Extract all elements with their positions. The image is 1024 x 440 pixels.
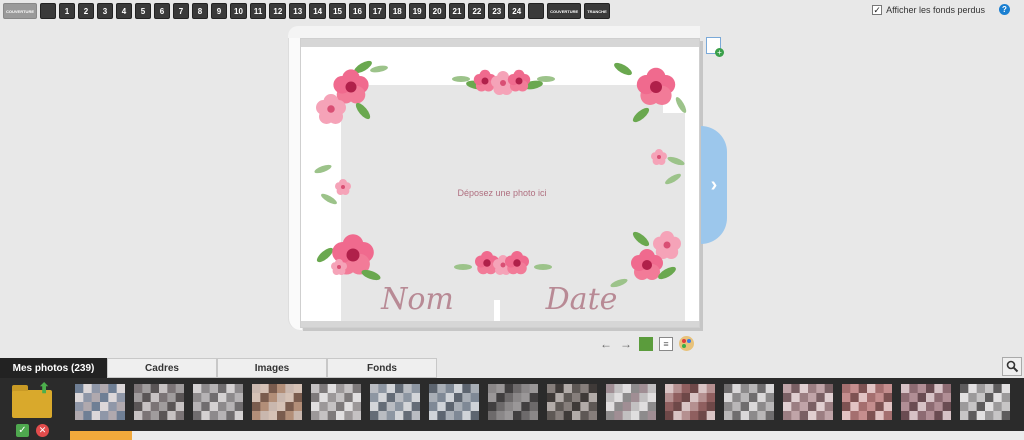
date-text: Date xyxy=(545,281,618,317)
palette-icon[interactable] xyxy=(679,336,694,351)
photo-thumbnail[interactable] xyxy=(370,384,421,421)
page-button-4[interactable]: 4 xyxy=(116,3,133,19)
search-button[interactable] xyxy=(1002,357,1022,376)
page-number-list: 1 2 3 4 5 6 7 8 9 10 11 12 13 14 15 16 17 18 19 20 21 22 23 24 xyxy=(59,3,526,19)
page-button-16[interactable]: 16 xyxy=(349,3,366,19)
page-button-7[interactable]: 7 xyxy=(173,3,190,19)
tab-frames[interactable]: Cadres xyxy=(107,358,217,378)
page-button-2[interactable]: 2 xyxy=(78,3,95,19)
page-button-23[interactable]: 23 xyxy=(488,3,506,19)
page-button-inside-back[interactable] xyxy=(528,3,545,19)
tab-images[interactable]: Images xyxy=(217,358,327,378)
page-button-24[interactable]: 24 xyxy=(508,3,526,19)
arrow-right-icon[interactable]: → xyxy=(619,337,633,351)
photo-thumbnail[interactable] xyxy=(547,384,598,421)
photo-thumbnail-strip xyxy=(75,384,1011,421)
photo-thumbnail[interactable] xyxy=(901,384,952,421)
page-button-14[interactable]: 14 xyxy=(309,3,327,19)
layout-view-icon[interactable] xyxy=(639,336,653,351)
page-button-5[interactable]: 5 xyxy=(135,3,152,19)
upload-progress-bar xyxy=(70,429,1024,440)
photo-thumbnail[interactable] xyxy=(311,384,362,421)
page-button-cover-back[interactable]: COUVERTURE xyxy=(547,3,582,19)
upload-progress-fill xyxy=(70,431,132,440)
arrow-left-icon[interactable]: ← xyxy=(599,337,613,351)
add-page-icon[interactable] xyxy=(706,37,724,57)
photo-thumbnail[interactable] xyxy=(488,384,539,421)
chevron-right-icon: › xyxy=(710,173,718,196)
page-button-17[interactable]: 17 xyxy=(368,3,386,19)
page-button-inside-cover[interactable] xyxy=(40,3,57,19)
page-button-8[interactable]: 8 xyxy=(192,3,209,19)
name-text: Nom xyxy=(381,281,454,317)
page-button-1[interactable]: 1 xyxy=(59,3,76,19)
frame-divider xyxy=(341,265,685,275)
page-button-19[interactable]: 19 xyxy=(408,3,426,19)
photo-thumbnail[interactable] xyxy=(134,384,185,421)
photo-thumbnail[interactable] xyxy=(606,384,657,421)
page-button-spine[interactable]: TRANCHE xyxy=(584,3,610,19)
show-bleed-option: ✓ Afficher les fonds perdus ? xyxy=(872,4,1010,15)
page-button-6[interactable]: 6 xyxy=(154,3,171,19)
page-button-cover-front[interactable]: COUVERTURE xyxy=(3,3,38,19)
confirm-icon[interactable]: ✓ xyxy=(16,424,29,437)
page-button-11[interactable]: 11 xyxy=(249,3,267,19)
photo-thumbnail[interactable] xyxy=(193,384,244,421)
upload-arrow-icon: ⬆ xyxy=(38,380,50,396)
page-tools: ← → ≡ xyxy=(599,336,694,351)
drop-photo-hint: Déposez une photo ici xyxy=(457,187,547,198)
help-icon[interactable]: ? xyxy=(999,4,1010,15)
date-text-box[interactable]: Date xyxy=(500,275,663,323)
name-text-box[interactable]: Nom xyxy=(341,275,494,323)
photo-thumbnail[interactable] xyxy=(429,384,480,421)
frame-right-strip xyxy=(663,113,685,323)
photo-thumbnail[interactable] xyxy=(783,384,834,421)
page-button-12[interactable]: 12 xyxy=(269,3,287,19)
page-button-15[interactable]: 15 xyxy=(329,3,347,19)
page-button-9[interactable]: 9 xyxy=(211,3,228,19)
photo-thumbnail[interactable] xyxy=(724,384,775,421)
page-button-22[interactable]: 22 xyxy=(468,3,486,19)
next-page-button[interactable]: › xyxy=(701,126,727,244)
search-icon xyxy=(1006,360,1018,373)
page-button-21[interactable]: 21 xyxy=(448,3,466,19)
library-tabs: Mes photos (239) Cadres Images Fonds xyxy=(0,358,437,378)
tab-backgrounds[interactable]: Fonds xyxy=(327,358,437,378)
tab-my-photos[interactable]: Mes photos (239) xyxy=(0,358,107,378)
cancel-icon[interactable]: ✕ xyxy=(36,424,49,437)
photo-library-panel: ⬆ ✓ ✕ xyxy=(0,378,1024,440)
photo-thumbnail[interactable] xyxy=(75,384,126,421)
upload-folder-icon[interactable]: ⬆ xyxy=(12,380,52,418)
photo-thumbnail[interactable] xyxy=(960,384,1011,421)
page-bottom-band xyxy=(301,321,699,327)
album-page: Déposez une photo ici Nom Date xyxy=(300,38,700,328)
page-top-band xyxy=(301,39,699,47)
page-navigation: COUVERTURE 1 2 3 4 5 6 7 8 9 10 11 12 13 14 15 16 17 18 19… xyxy=(3,3,610,19)
photo-thumbnail[interactable] xyxy=(252,384,303,421)
page-button-13[interactable]: 13 xyxy=(289,3,307,19)
show-bleed-label: Afficher les fonds perdus xyxy=(886,4,985,15)
photo-thumbnail[interactable] xyxy=(665,384,716,421)
page-button-20[interactable]: 20 xyxy=(428,3,446,19)
page-button-10[interactable]: 10 xyxy=(230,3,247,19)
photo-thumbnail[interactable] xyxy=(842,384,893,421)
show-bleed-checkbox[interactable]: ✓ xyxy=(872,4,883,15)
page-button-3[interactable]: 3 xyxy=(97,3,114,19)
list-view-icon[interactable]: ≡ xyxy=(659,336,673,351)
page-button-18[interactable]: 18 xyxy=(388,3,406,19)
